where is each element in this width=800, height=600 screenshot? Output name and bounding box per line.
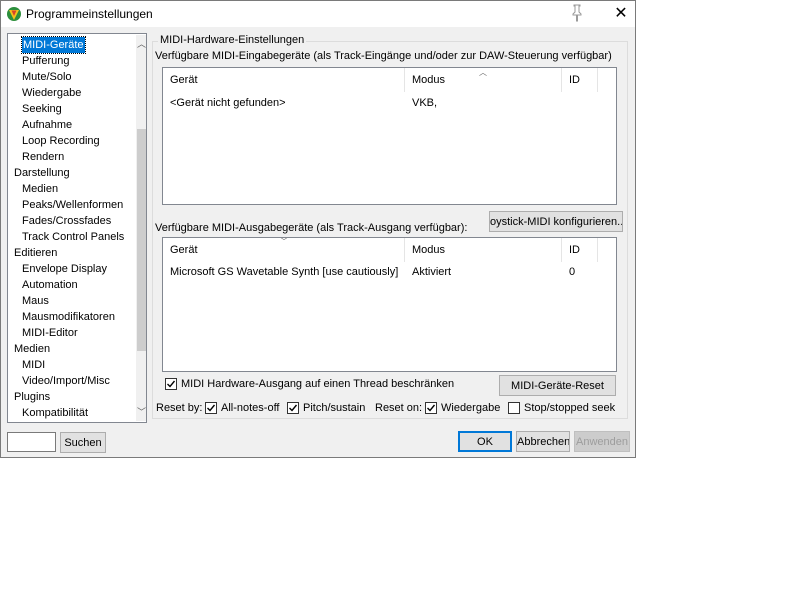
settings-dialog: Programmeinstellungen ✕ Kompatibilität Pl… bbox=[0, 0, 636, 458]
tree-item[interactable]: Rendern bbox=[22, 149, 64, 165]
stop-seek-label: Stop/stopped seek bbox=[524, 402, 616, 414]
sort-down-icon: ﹀ bbox=[280, 237, 288, 246]
reset-by-label: Reset by: bbox=[156, 402, 203, 414]
tree-item[interactable]: Mute/Solo bbox=[22, 69, 72, 85]
tree-item[interactable]: Envelope Display bbox=[22, 261, 107, 277]
scroll-thumb[interactable] bbox=[137, 129, 146, 351]
all-notes-off-label: All-notes-off bbox=[221, 402, 280, 414]
tree-item[interactable]: Track Control Panels bbox=[22, 229, 124, 245]
tree-item[interactable]: Editieren bbox=[14, 245, 57, 261]
joystick-midi-button[interactable]: oystick-MIDI konfigurieren... bbox=[489, 211, 623, 232]
tree-item[interactable]: MIDI bbox=[22, 357, 45, 373]
midi-reset-button[interactable]: MIDI-Geräte-Reset bbox=[499, 375, 616, 396]
apply-button[interactable]: Anwenden bbox=[574, 431, 630, 452]
scroll-up-icon[interactable]: ︿ bbox=[136, 37, 146, 51]
midi-outputs-label: Verfügbare MIDI-Ausgabegeräte (als Track… bbox=[155, 222, 468, 234]
input-device-id bbox=[562, 94, 569, 112]
midi-inputs-label: Verfügbare MIDI-Eingabegeräte (als Track… bbox=[155, 50, 612, 62]
tree-item[interactable]: Seeking bbox=[22, 101, 62, 117]
tree-item[interactable]: Mausmodifikatoren bbox=[22, 309, 115, 325]
search-input[interactable] bbox=[7, 432, 56, 452]
title-bar: Programmeinstellungen ✕ bbox=[1, 1, 635, 27]
settings-tree[interactable]: Kompatibilität Plugins Video/Import/Misc MI… bbox=[7, 33, 147, 423]
tree-item[interactable]: Plugins bbox=[14, 389, 50, 405]
tree-item[interactable]: Maus bbox=[22, 293, 49, 309]
midi-outputs-list[interactable]: Gerät Modus ID ﹀ Microsoft GS Wavetable … bbox=[162, 237, 617, 372]
ok-button[interactable]: OK bbox=[458, 431, 512, 452]
output-device-id: 0 bbox=[569, 266, 576, 278]
tree-item[interactable]: Video/Import/Misc bbox=[22, 373, 110, 389]
tree-item[interactable]: Fades/Crossfades bbox=[22, 213, 111, 229]
pitch-sustain-checkbox[interactable] bbox=[287, 402, 299, 414]
thread-limit-label: MIDI Hardware-Ausgang auf einen Thread b… bbox=[181, 378, 455, 390]
close-icon[interactable]: ✕ bbox=[607, 3, 635, 25]
tree-item[interactable]: Aufnahme bbox=[22, 117, 72, 133]
tree-item[interactable]: MIDI-Editor bbox=[22, 325, 78, 341]
tree-item[interactable]: Pufferung bbox=[22, 53, 70, 69]
search-button[interactable]: Suchen bbox=[60, 432, 106, 453]
col-header-modus[interactable]: Modus bbox=[405, 238, 562, 262]
midi-inputs-list[interactable]: Gerät Modus ID ︿ <Gerät nicht gefunden> … bbox=[162, 67, 617, 205]
wiedergabe-label: Wiedergabe bbox=[441, 402, 501, 414]
pin-icon[interactable] bbox=[569, 4, 585, 22]
tree-item[interactable]: Medien bbox=[14, 341, 50, 357]
tree-item[interactable]: Automation bbox=[22, 277, 78, 293]
tree-item[interactable]: Kompatibilität bbox=[22, 405, 88, 421]
input-device-name: <Gerät nicht gefunden> bbox=[170, 97, 286, 109]
all-notes-off-checkbox[interactable] bbox=[205, 402, 217, 414]
sort-up-icon: ︿ bbox=[479, 68, 487, 77]
output-device-name: Microsoft GS Wavetable Synth [use cautio… bbox=[170, 266, 399, 278]
tree-item[interactable]: MIDI-Geräte bbox=[21, 36, 86, 54]
tree-item[interactable]: Wiedergabe bbox=[22, 85, 81, 101]
tree-item[interactable]: Peaks/Wellenformen bbox=[22, 197, 123, 213]
stop-seek-checkbox[interactable] bbox=[508, 402, 520, 414]
output-device-mode: Aktiviert bbox=[412, 266, 452, 278]
input-device-mode: VKB, bbox=[412, 97, 438, 109]
scroll-down-icon[interactable]: ﹀ bbox=[136, 405, 146, 419]
col-header-id[interactable]: ID bbox=[562, 68, 598, 92]
window-title: Programmeinstellungen bbox=[26, 7, 153, 21]
tree-scrollbar[interactable]: ︿ ﹀ bbox=[136, 35, 146, 421]
cancel-button[interactable]: Abbrechen bbox=[516, 431, 570, 452]
tree-item[interactable]: Medien bbox=[22, 181, 58, 197]
pitch-sustain-label: Pitch/sustain bbox=[303, 402, 366, 414]
tree-item[interactable]: Darstellung bbox=[14, 165, 70, 181]
thread-limit-checkbox[interactable] bbox=[165, 378, 177, 390]
col-header-id[interactable]: ID bbox=[562, 238, 598, 262]
wiedergabe-checkbox[interactable] bbox=[425, 402, 437, 414]
reset-on-label: Reset on: bbox=[375, 402, 423, 414]
col-header-geraet[interactable]: Gerät bbox=[163, 68, 405, 92]
tree-item[interactable]: Loop Recording bbox=[22, 133, 100, 149]
reaper-app-icon bbox=[7, 7, 21, 21]
group-title: MIDI-Hardware-Einstellungen bbox=[158, 34, 307, 46]
